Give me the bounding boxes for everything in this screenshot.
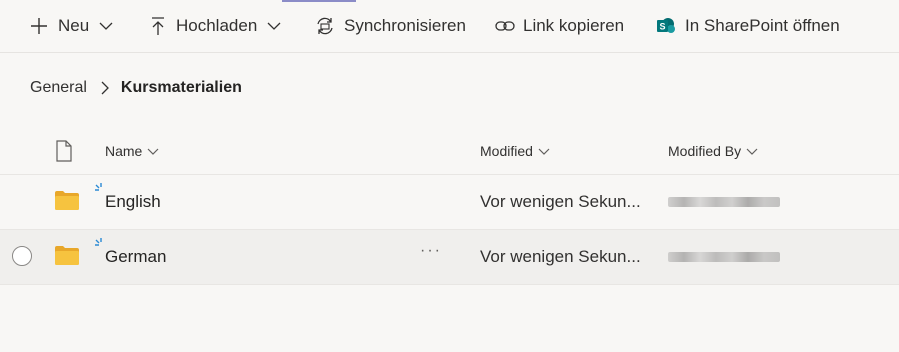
upload-icon <box>152 17 164 35</box>
copy-link-label: Link kopieren <box>523 16 625 35</box>
file-list-header: Name Modified Modified By <box>0 128 899 175</box>
sharepoint-icon: S <box>657 18 675 33</box>
modified-date: Vor wenigen Sekun... <box>480 247 641 266</box>
table-row[interactable]: German ··· Vor wenigen Sekun... <box>0 230 899 285</box>
svg-text:S: S <box>659 22 665 32</box>
row-select-radio[interactable] <box>12 246 32 266</box>
modified-by-column-header[interactable]: Modified By <box>668 128 758 174</box>
chevron-right-icon <box>101 81 109 95</box>
file-type-column-header[interactable] <box>55 128 73 174</box>
modified-column-header[interactable]: Modified <box>480 128 550 174</box>
sync-label: Synchronisieren <box>344 16 466 35</box>
chevron-down-icon <box>99 22 113 30</box>
folder-icon <box>55 246 79 270</box>
folder-icon <box>55 191 79 215</box>
table-row[interactable]: English Vor wenigen Sekun... <box>0 175 899 230</box>
sharepoint-label: In SharePoint öffnen <box>685 16 840 35</box>
file-name[interactable]: English <box>105 192 161 212</box>
name-column-label: Name <box>105 143 143 159</box>
file-name[interactable]: German <box>105 247 166 267</box>
new-button[interactable]: Neu <box>30 0 113 52</box>
more-options-button[interactable]: ··· <box>420 242 442 260</box>
modified-by-redacted <box>668 250 780 264</box>
link-icon <box>495 21 515 31</box>
document-icon <box>56 140 72 162</box>
sync-icon <box>317 17 333 35</box>
modified-date: Vor wenigen Sekun... <box>480 192 641 211</box>
modified-by-column-label: Modified By <box>668 143 742 159</box>
breadcrumb: General Kursmaterialien <box>30 76 242 100</box>
new-label: Neu <box>58 16 90 35</box>
chevron-down-icon <box>267 22 281 30</box>
command-bar: Neu Hochladen Synchronisieren Link kopie… <box>0 0 899 53</box>
file-list: Name Modified Modified By English Vor we… <box>0 128 899 285</box>
plus-icon <box>31 18 47 34</box>
sync-button[interactable]: Synchronisieren <box>314 0 466 52</box>
name-column-header[interactable]: Name <box>105 128 159 174</box>
copy-link-button[interactable]: Link kopieren <box>495 0 624 52</box>
upload-button[interactable]: Hochladen <box>150 0 281 52</box>
open-sharepoint-button[interactable]: S In SharePoint öffnen <box>656 0 840 52</box>
breadcrumb-general[interactable]: General <box>30 79 87 97</box>
modified-by-redacted <box>668 195 780 209</box>
chevron-down-icon <box>538 148 550 155</box>
modified-column-label: Modified <box>480 143 533 159</box>
upload-label: Hochladen <box>176 16 258 35</box>
chevron-down-icon <box>746 148 758 155</box>
breadcrumb-current: Kursmaterialien <box>120 79 242 96</box>
chevron-down-icon <box>147 148 159 155</box>
